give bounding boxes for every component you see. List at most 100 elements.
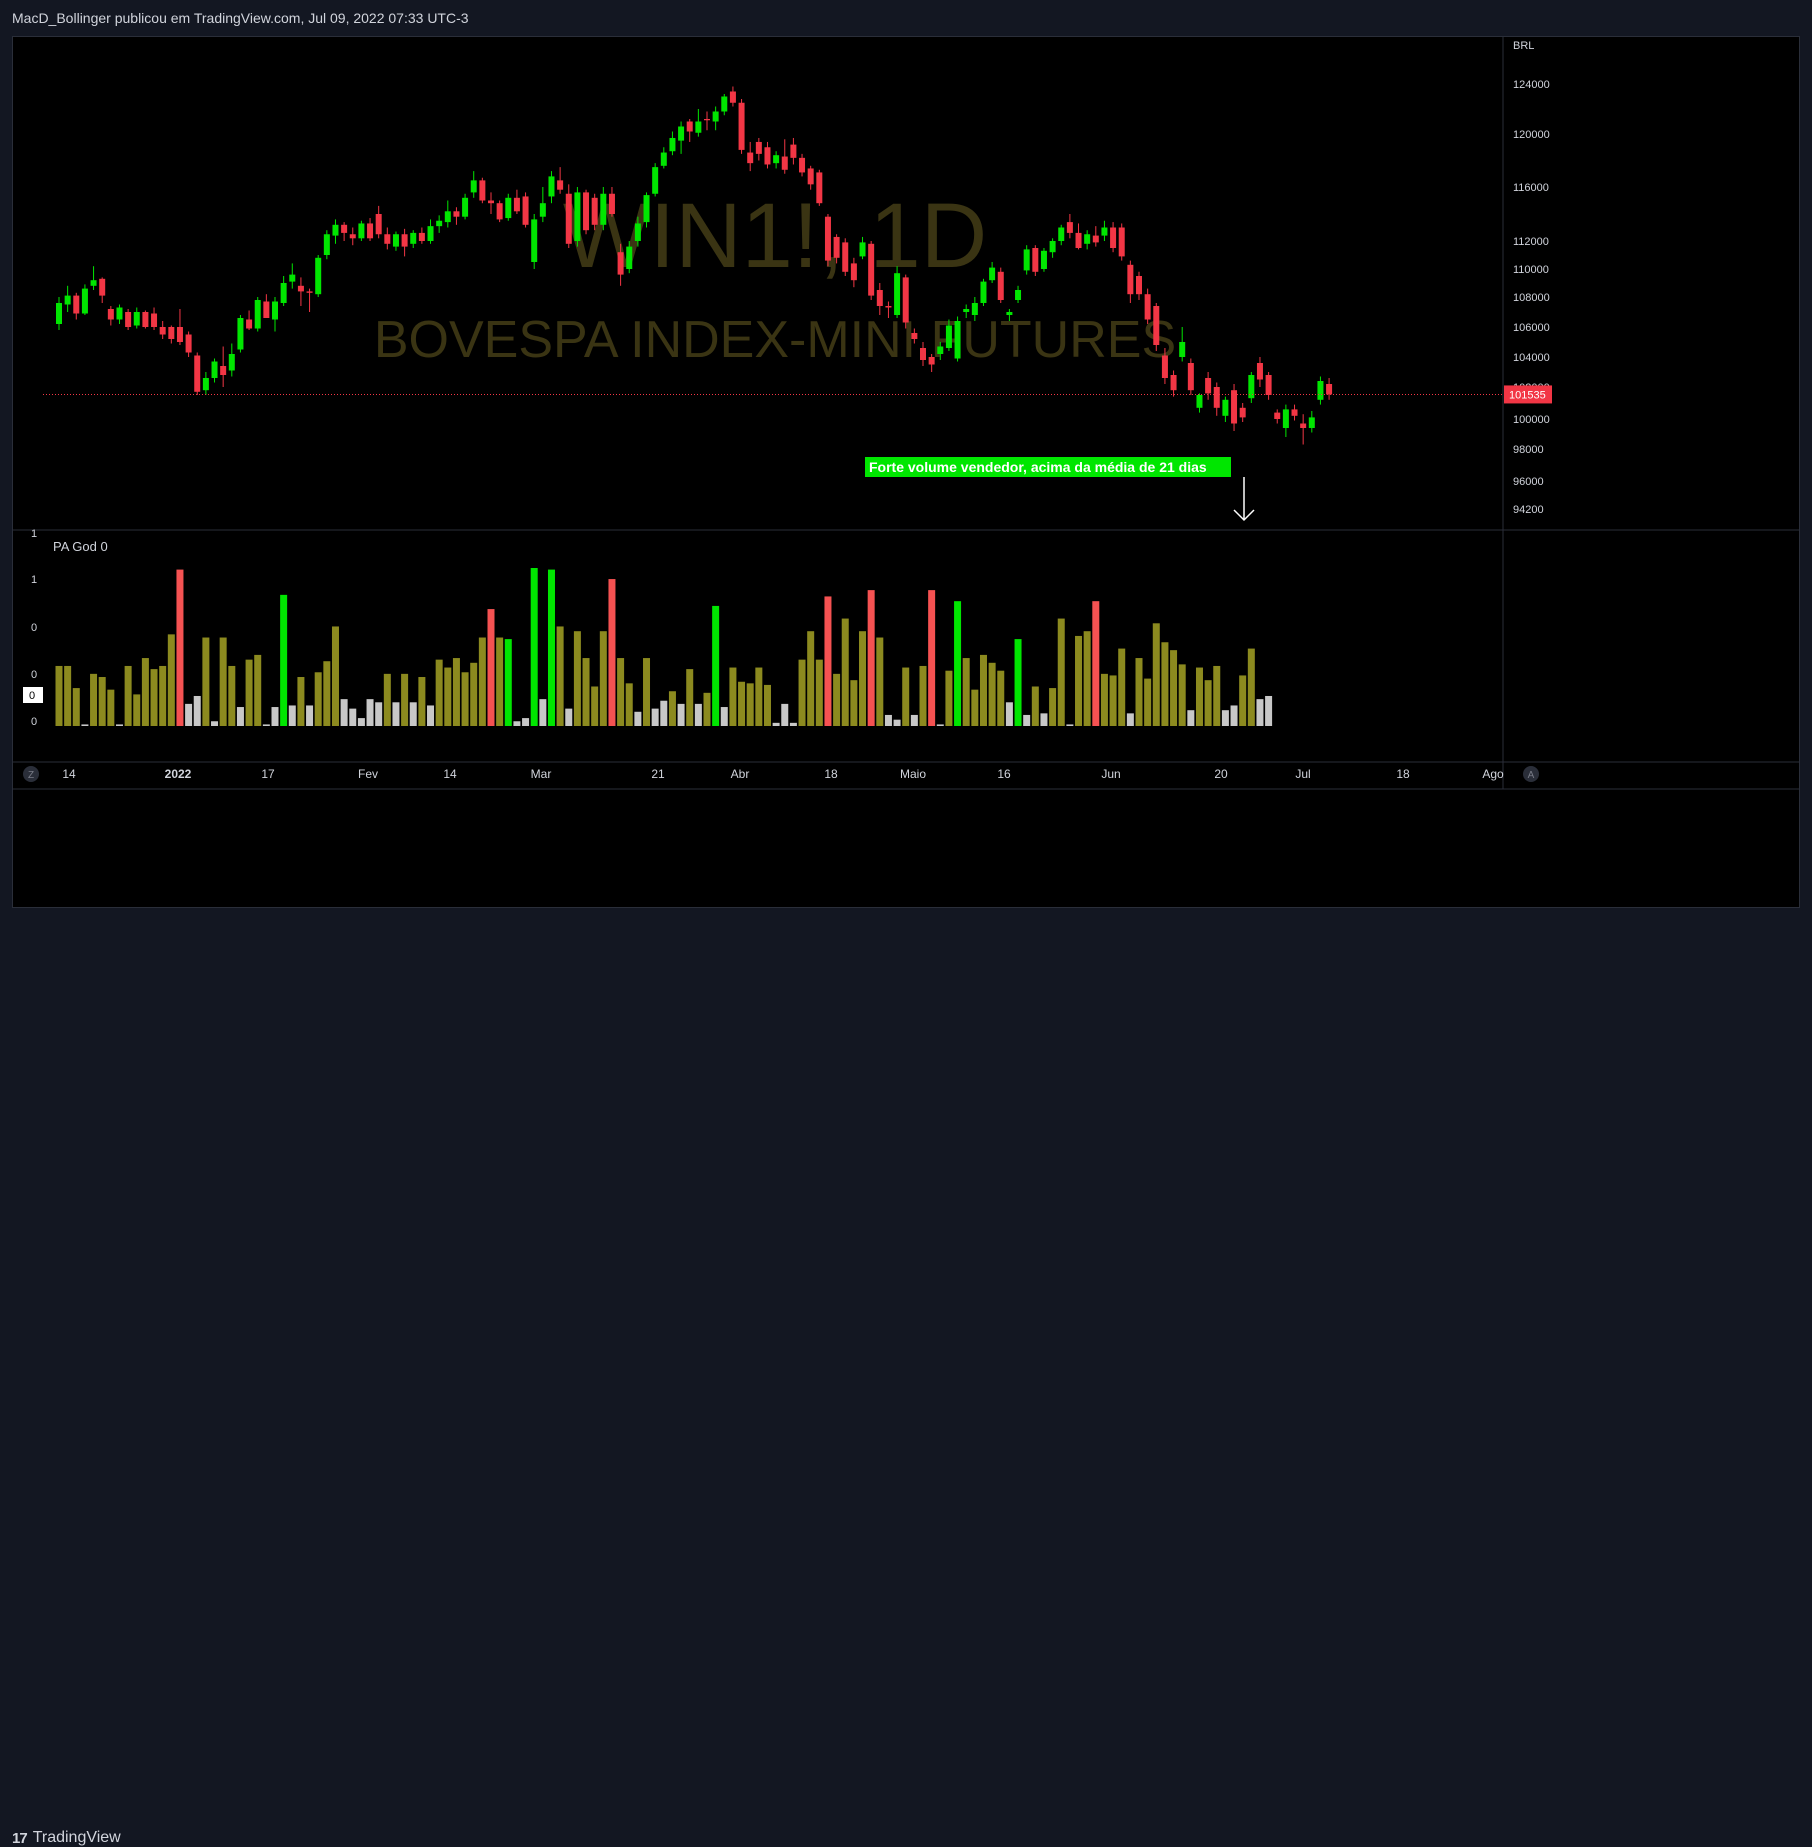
volume-bar (271, 707, 279, 726)
volume-bar (738, 681, 746, 726)
candle-body (686, 121, 693, 132)
candle-body (194, 355, 201, 392)
time-tick-label: Abr (731, 767, 750, 781)
candle-body (1317, 381, 1324, 400)
candle-body (911, 333, 918, 339)
candle-body (185, 334, 192, 353)
tradingview-logo[interactable]: 17 TradingView (12, 1829, 121, 1847)
volume-bar (133, 694, 141, 726)
volume-bar (340, 699, 348, 726)
volume-bar (893, 719, 901, 726)
candle-body (1231, 390, 1238, 424)
candle-body (1040, 250, 1047, 269)
volume-bar (755, 667, 763, 726)
candle-body (574, 192, 581, 241)
candle-body (1058, 227, 1065, 241)
auto-scale-label[interactable]: A (1528, 770, 1535, 781)
volume-bar (833, 673, 841, 726)
candle-body (1308, 417, 1315, 428)
volume-bar (1265, 695, 1273, 726)
candle-body (375, 214, 382, 235)
candle-body (1153, 306, 1160, 345)
volume-bar (280, 594, 288, 726)
watermark-name: BOVESPA INDEX-MINI FUTURES (374, 311, 1176, 369)
currency-label: BRL (1513, 40, 1534, 52)
volume-bar (824, 596, 832, 726)
candle-body (367, 223, 374, 239)
candle-body (323, 234, 330, 255)
volume-bar (418, 677, 426, 726)
candle-body (591, 197, 598, 225)
volume-bar (530, 568, 538, 726)
price-tick-label: 106000 (1513, 322, 1550, 334)
volume-bar (668, 691, 676, 726)
candle-body (1118, 227, 1125, 257)
volume-bar (383, 673, 391, 726)
chart-panel[interactable]: WIN1!, 1D BOVESPA INDEX-MINI FUTURES BRL 12… (12, 36, 1800, 908)
top-bar: MacD_Bollinger publicou em TradingView.c… (0, 0, 1812, 36)
volume-bar (859, 631, 867, 726)
volume-bar (1092, 601, 1100, 726)
candle-body (876, 290, 883, 306)
volume-bar (349, 708, 357, 726)
candle-body (1170, 375, 1177, 391)
indicator-axis-label: 1 (31, 528, 37, 540)
indicator-axis-label: 1 (31, 574, 37, 586)
annotation-text[interactable]: Forte volume vendedor, acima da média de… (869, 459, 1207, 475)
time-tick-label: Jun (1101, 767, 1120, 781)
volume-bar (306, 705, 314, 726)
volume-bar (1049, 688, 1057, 726)
volume-bar (539, 699, 547, 726)
volume-bar (746, 683, 754, 726)
candle-body (479, 180, 486, 201)
candle-body (1006, 312, 1013, 315)
volume-bar (1256, 699, 1264, 726)
candle-body (626, 246, 633, 269)
indicator-value-label: 0 (29, 690, 35, 702)
volume-bar (314, 672, 322, 726)
candle-body (937, 346, 944, 354)
volume-bar (90, 673, 98, 726)
volume-bar (297, 677, 305, 726)
time-tick-label: Ago (1482, 767, 1504, 781)
candle-body (868, 243, 875, 296)
candlestick-chart[interactable]: WIN1!, 1DBOVESPA INDEX-MINI FUTURESBRL12… (13, 37, 1799, 907)
candle-body (894, 273, 901, 315)
candle-body (1127, 264, 1134, 295)
volume-bar (1126, 713, 1134, 726)
volume-bar (1144, 678, 1152, 726)
candle-body (1291, 409, 1298, 416)
candle-body (522, 196, 529, 225)
candle-body (384, 234, 391, 244)
volume-bar (115, 724, 123, 726)
candle-body (107, 309, 114, 320)
candle-body (531, 219, 538, 262)
candle-body (1110, 227, 1117, 248)
candle-body (410, 232, 417, 244)
candle-body (1066, 222, 1073, 233)
volume-bar (694, 703, 702, 726)
candle-body (418, 232, 425, 241)
candle-body (634, 223, 641, 241)
volume-bar (729, 667, 737, 726)
time-tick-label: 17 (261, 767, 275, 781)
volume-bar (176, 569, 184, 726)
volume-bar (781, 703, 789, 726)
volume-bar (954, 601, 962, 726)
candle-body (488, 200, 494, 204)
volume-bar (556, 626, 564, 726)
volume-bar (789, 722, 797, 726)
candle-body (90, 280, 97, 286)
candle-body (228, 354, 235, 371)
volume-bar (625, 683, 633, 726)
bottom-bar: 17 TradingView (0, 908, 1812, 1847)
candle-body (1326, 384, 1333, 395)
volume-bar (392, 702, 400, 726)
candle-body (1144, 294, 1151, 320)
volume-bar (1213, 665, 1221, 726)
zoom-reset-label[interactable]: Z (28, 770, 34, 781)
volume-bar (902, 667, 910, 726)
candle-body (781, 156, 788, 170)
volume-bar (772, 722, 780, 726)
indicator-legend[interactable]: PA God 0 (53, 539, 108, 554)
